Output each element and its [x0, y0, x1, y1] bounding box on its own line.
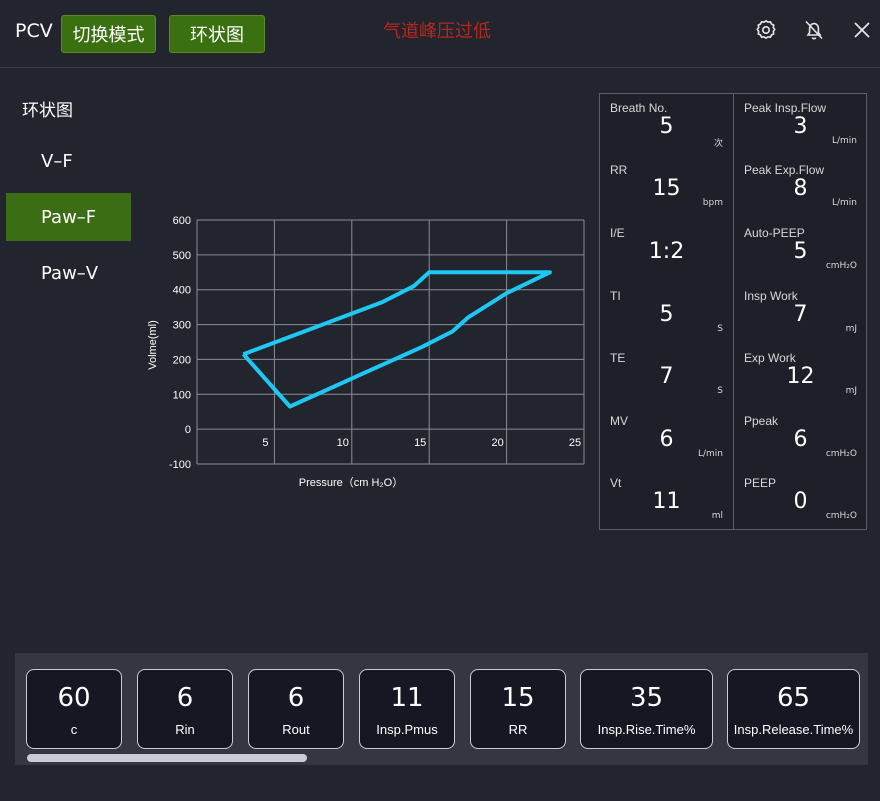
- param-unit: cmH₂O: [825, 449, 857, 459]
- setting-card-label: Insp.Pmus: [376, 722, 438, 737]
- y-tick-label: 400: [173, 285, 191, 297]
- param-label: Vt: [610, 476, 622, 490]
- x-tick-label: 15: [414, 437, 426, 449]
- loop-chart: 600 500 400 300 200 100 0 -100 5 10 15 20 25 Pressur…: [147, 215, 585, 489]
- param-label: Peak Exp.Flow: [744, 163, 825, 177]
- y-tick-label: 300: [173, 320, 191, 332]
- param-cell: Breath No. 5 次: [600, 94, 733, 156]
- x-tick-label: 5: [262, 437, 268, 449]
- param-label: Breath No.: [610, 101, 668, 115]
- alarm-message: 气道峰压过低: [383, 21, 491, 42]
- param-cell: Exp Work 12 mJ: [734, 344, 867, 406]
- y-tick-label: 0: [185, 424, 191, 436]
- setting-card[interactable]: 6 Rout: [248, 669, 344, 749]
- setting-card-label: c: [70, 722, 78, 737]
- param-cell: Vt 11 ml: [600, 469, 733, 531]
- param-cell: RR 15 bpm: [600, 156, 733, 218]
- param-unit: L/min: [697, 449, 723, 459]
- setting-card[interactable]: 65 Insp.Release.Time%: [727, 669, 860, 749]
- param-label: TE: [610, 351, 626, 365]
- setting-card-label: Insp.Release.Time%: [733, 722, 854, 737]
- setting-card-value: 11: [390, 683, 424, 713]
- setting-card-value: 6: [176, 683, 194, 713]
- param-value: 5: [659, 302, 674, 327]
- param-unit: S: [717, 324, 723, 334]
- y-axis-label: Volme(ml): [147, 320, 159, 370]
- param-unit: cmH₂O: [825, 261, 857, 271]
- parameter-panel: Breath No. 5 次 RR 15 bpm I/E 1:2 TI 5 S TE 7 S MV 6 L/mi…: [599, 93, 867, 530]
- param-unit: ml: [711, 511, 723, 521]
- ventilation-mode: PCV: [15, 20, 53, 42]
- x-tick-label: 20: [491, 437, 503, 449]
- setting-card-value: 35: [629, 683, 664, 713]
- loop-menu-title: 环状图: [22, 101, 73, 121]
- y-tick-label: 200: [173, 354, 191, 366]
- param-label: Insp Work: [744, 289, 798, 303]
- param-unit: bpm: [702, 198, 723, 208]
- switch-mode-button[interactable]: 切换模式: [61, 15, 156, 53]
- param-unit: mJ: [845, 324, 857, 334]
- param-cell: TI 5 S: [600, 282, 733, 344]
- top-bar: PCV 切换模式 环状图 气道峰压过低: [0, 0, 880, 68]
- y-tick-label: -100: [169, 459, 191, 471]
- param-cell: Peak Exp.Flow 8 L/min: [734, 156, 867, 218]
- param-cell: TE 7 S: [600, 344, 733, 406]
- setting-card-label: Rout: [282, 722, 310, 737]
- setting-card-value: 65: [776, 683, 811, 713]
- param-unit: S: [717, 386, 723, 396]
- menu-item-paw-v[interactable]: Paw–V: [6, 249, 131, 297]
- setting-card[interactable]: 11 Insp.Pmus: [359, 669, 455, 749]
- param-label: Exp Work: [744, 351, 796, 365]
- param-unit: cmH₂O: [825, 511, 857, 521]
- setting-card[interactable]: 15 RR: [470, 669, 566, 749]
- setting-card-value: 60: [57, 683, 91, 713]
- setting-card-value: 15: [501, 683, 535, 713]
- param-label: Auto-PEEP: [744, 226, 805, 240]
- y-tick-label: 600: [173, 215, 191, 227]
- setting-card-label: Insp.Rise.Time%: [597, 722, 696, 737]
- param-label: MV: [610, 414, 628, 428]
- y-tick-label: 500: [173, 250, 191, 262]
- param-unit: 次: [713, 139, 723, 149]
- param-unit: mJ: [845, 386, 857, 396]
- param-value: 1:2: [648, 239, 685, 264]
- scrollbar-thumb[interactable]: [27, 754, 307, 762]
- x-axis-label: Pressure（cm H₂O）: [299, 476, 404, 489]
- setting-card[interactable]: 60 c: [26, 669, 122, 749]
- y-tick-label: 100: [173, 389, 191, 401]
- param-cell: Auto-PEEP 5 cmH₂O: [734, 219, 867, 281]
- param-unit: L/min: [831, 198, 857, 208]
- menu-item-v-f[interactable]: V–F: [6, 137, 131, 185]
- param-cell: PEEP 0 cmH₂O: [734, 469, 867, 531]
- horizontal-scrollbar[interactable]: [27, 754, 857, 763]
- bell-off-icon[interactable]: [802, 18, 826, 42]
- setting-card-label: RR: [508, 722, 528, 737]
- param-cell: I/E 1:2: [600, 219, 733, 281]
- menu-item-paw-f[interactable]: Paw–F: [6, 193, 131, 241]
- x-tick-label: 10: [337, 437, 349, 449]
- param-cell: Peak Insp.Flow 3 L/min: [734, 94, 867, 156]
- setting-cards-bar: 60 c 6 Rin 6 Rout 11 Insp.Pmus 15 RR 35 Insp.Rise.T…: [15, 653, 868, 765]
- param-label: Ppeak: [744, 414, 779, 428]
- setting-card[interactable]: 35 Insp.Rise.Time%: [580, 669, 713, 749]
- param-label: I/E: [610, 226, 625, 240]
- x-tick-label: 25: [569, 437, 581, 449]
- param-cell: Ppeak 6 cmH₂O: [734, 407, 867, 469]
- param-label: PEEP: [744, 476, 777, 490]
- setting-card-label: Rin: [175, 722, 195, 737]
- param-label: RR: [610, 163, 628, 177]
- setting-card-value: 6: [287, 683, 305, 713]
- param-value: 7: [659, 364, 674, 389]
- loop-curve: [241, 270, 552, 409]
- loop-view-button[interactable]: 环状图: [169, 15, 265, 53]
- close-icon[interactable]: [850, 18, 874, 42]
- param-cell: Insp Work 7 mJ: [734, 282, 867, 344]
- setting-card[interactable]: 6 Rin: [137, 669, 233, 749]
- param-unit: L/min: [831, 136, 857, 146]
- param-label: TI: [610, 289, 621, 303]
- param-label: Peak Insp.Flow: [744, 101, 827, 115]
- param-cell: MV 6 L/min: [600, 407, 733, 469]
- gear-icon[interactable]: [754, 18, 778, 42]
